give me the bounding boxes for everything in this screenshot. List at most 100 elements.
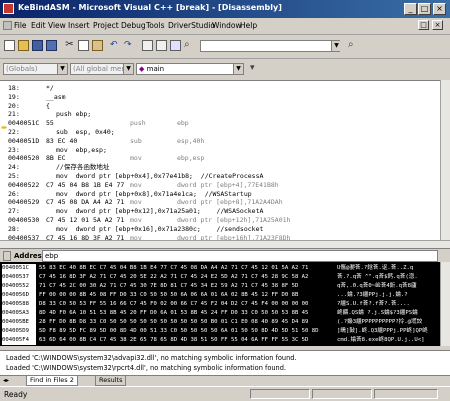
mdi-restore-button[interactable]: □ — [418, 20, 429, 30]
minimize-button[interactable]: _ — [404, 3, 417, 15]
function-combo-value: main — [146, 65, 165, 73]
menu-driverstudio[interactable]: DriverStudio — [168, 21, 215, 30]
status-bar: Ready — [0, 386, 450, 401]
save-icon[interactable] — [32, 40, 43, 51]
tab-scroll-arrows-icon[interactable]: ◂▸ — [3, 377, 23, 385]
menu-tools[interactable]: Tools — [146, 21, 164, 30]
menu-project[interactable]: Project — [93, 21, 119, 30]
memory-hex-bytes: D8 33 C0 50 53 FF 55 16 66 C7 45 F0 02 0… — [39, 301, 309, 307]
chevron-down-icon[interactable]: ▼ — [233, 64, 243, 74]
menu-view[interactable]: View — [48, 21, 66, 30]
copy-icon[interactable] — [78, 40, 89, 51]
memory-view[interactable]: 0040051C 55 83 EC 40 8B EC C7 45 04 B8 1B… — [0, 262, 440, 346]
memory-address: 00400552 — [2, 282, 36, 291]
memory-address: 0040056D — [2, 291, 36, 300]
redo-icon[interactable]: ↷ — [124, 40, 135, 51]
find-combo[interactable] — [200, 40, 340, 52]
chevron-down-icon[interactable]: ▼ — [331, 41, 341, 51]
memory-hex-bytes: FF 00 00 00 8B 45 08 FF D0 33 C0 50 50 5… — [39, 292, 299, 298]
title-bar: KeBindASM - Microsoft Visual C++ [break]… — [0, 0, 450, 18]
memory-row: 00400588 D8 33 C0 50 53 FF 55 16 66 C7 45… — [2, 300, 435, 309]
function-icon: ◆ — [139, 65, 145, 73]
output-window-icon[interactable] — [156, 40, 167, 51]
memory-hex-bytes: 28 FF D0 8B D8 33 C0 50 50 50 50 50 50 5… — [39, 319, 309, 325]
memory-ascii: U儶@嬱荅.?鋡荅.讴.荅..Z.q — [337, 265, 414, 271]
code-vertical-scrollbar[interactable] — [440, 80, 450, 240]
status-panel — [374, 389, 438, 399]
status-panel — [250, 389, 310, 399]
chevron-down-icon[interactable]: ▼ — [57, 64, 67, 74]
memory-scrollbar[interactable] — [440, 262, 450, 346]
find-in-files-icon[interactable]: ⌕ — [184, 40, 195, 51]
menu-debug[interactable]: Debug — [121, 21, 146, 30]
memory-ascii: ?繮S.U.f荅?.f荅?.荅.... — [337, 301, 410, 307]
memory-row: 00400537 C7 45 16 8D 3F A2 71 C7 45 20 5E… — [2, 273, 435, 282]
memory-ascii: ]鴫]鼔].峂.Q3繮PPPj.PP峂]QP峂 — [337, 328, 428, 334]
cut-icon[interactable]: ✂ — [64, 40, 75, 51]
memory-hex-bytes: 8D 4D F0 6A 10 51 53 8B 45 20 FF D0 6A 0… — [39, 310, 309, 316]
memory-hex-bytes: 71 C7 45 2C 00 30 A2 71 C7 45 30 7E 8D 8… — [39, 283, 299, 289]
current-instruction-arrow-icon: ➨ — [1, 123, 8, 132]
memory-row: 004005A3 8D 4D F0 6A 10 51 53 8B 45 20 FF… — [2, 309, 435, 318]
memory-hex-bytes: 5D F8 89 5D FC 89 5D 00 8D 4D 00 51 33 C… — [39, 328, 319, 334]
memory-address: 0040051C — [2, 264, 36, 273]
document-icon — [3, 21, 12, 30]
asm-instruction: sub esp,40h — [130, 136, 205, 145]
status-text: Ready — [4, 390, 28, 399]
wizard-actions-icon[interactable]: ▾ — [250, 63, 261, 74]
asm-instruction: mov dword ptr [ebp+4],77E41B8h — [130, 180, 279, 189]
memory-ascii: 峂餵.QS婨 ?.j.S婨$?3繮PS婨 — [337, 310, 418, 316]
memory-hex-bytes: 63 6D 64 00 8B C4 C7 45 38 2E 65 78 65 8… — [39, 337, 309, 343]
workspace-icon[interactable] — [142, 40, 153, 51]
new-file-icon[interactable] — [4, 40, 15, 51]
standard-toolbar: ✂ ↶ ↷ ⌕ ▼ ⌕ — [0, 34, 450, 59]
menu-window[interactable]: Window — [212, 21, 242, 30]
function-combo[interactable]: ◆ main ▼ — [136, 63, 244, 75]
save-all-icon[interactable] — [46, 40, 57, 51]
memory-row: 0040051C 55 83 EC 40 8B EC C7 45 04 B8 1B… — [2, 264, 435, 273]
address-input[interactable]: ebp — [42, 250, 438, 262]
grip-icon[interactable] — [3, 251, 11, 261]
find-icon[interactable]: ⌕ — [348, 40, 359, 51]
memory-ascii: q荅,.0.q荅0~崄荅4釿.q荅8廬 — [337, 283, 417, 289]
output-line: Loaded 'C:\WINDOWS\system32\advapi32.dll… — [6, 354, 297, 362]
menu-bar: File Edit View Insert Project Debug Tool… — [0, 18, 450, 35]
code-horizontal-scrollbar[interactable] — [0, 240, 450, 248]
memory-address: 004005BE — [2, 318, 36, 327]
menu-file[interactable]: File — [14, 21, 27, 30]
app-icon — [3, 3, 14, 14]
memory-row: 004005D9 5D F8 89 5D FC 89 5D 00 8D 4D 00… — [2, 327, 435, 336]
memory-row: 0040056D FF 00 00 00 8B 45 08 FF D0 33 C0… — [2, 291, 435, 300]
maximize-button[interactable]: □ — [418, 3, 431, 15]
window-list-icon[interactable] — [170, 40, 181, 51]
mdi-close-button[interactable]: × — [432, 20, 443, 30]
wizard-toolbar: (Globals) ▼ (All global members ▼ ◆ main… — [0, 58, 450, 81]
tab-find-in-files-2[interactable]: Find in Files 2 — [26, 376, 78, 386]
memory-row: 004005BE 28 FF D0 8B D8 33 C0 50 50 50 50… — [2, 318, 435, 327]
asm-instruction: mov ebp,esp — [130, 154, 205, 163]
memory-address: 00400537 — [2, 273, 36, 282]
asm-instruction: mov dword ptr [ebp+12h],71A25A01h — [130, 216, 291, 224]
output-window[interactable]: Loaded 'C:\WINDOWS\system32\advapi32.dll… — [0, 350, 450, 376]
class-combo[interactable]: (Globals) ▼ — [3, 63, 68, 75]
memory-hex-bytes: C7 45 16 8D 3F A2 71 C7 45 20 5E 22 A2 7… — [39, 274, 309, 280]
close-button[interactable]: × — [433, 3, 446, 15]
tab-results[interactable]: Results — [95, 376, 127, 386]
memory-toolbar: Address: ebp — [0, 248, 450, 263]
output-line: Loaded 'C:\WINDOWS\system32\rpcrt4.dll',… — [6, 364, 286, 372]
chevron-down-icon[interactable]: ▼ — [123, 64, 133, 74]
window-title: KeBindASM - Microsoft Visual C++ [break]… — [18, 3, 282, 12]
output-tabs: ◂▸ Find in Files 2 Results — [0, 375, 450, 386]
open-folder-icon[interactable] — [18, 40, 29, 51]
menu-help[interactable]: Help — [240, 21, 257, 30]
asm-instruction: push ebp — [130, 119, 189, 128]
members-combo[interactable]: (All global members ▼ — [70, 63, 134, 75]
paste-icon[interactable] — [92, 40, 103, 51]
memory-address: 004005F4 — [2, 336, 36, 345]
disassembly-view[interactable]: 18: */19: __asm 20:{21: push ebp; 0040051C 55 p… — [0, 80, 440, 241]
undo-icon[interactable]: ↶ — [110, 40, 121, 51]
menu-edit[interactable]: Edit — [31, 21, 46, 30]
menu-insert[interactable]: Insert — [68, 21, 90, 30]
status-panel — [312, 389, 372, 399]
memory-address: 004005D9 — [2, 327, 36, 336]
